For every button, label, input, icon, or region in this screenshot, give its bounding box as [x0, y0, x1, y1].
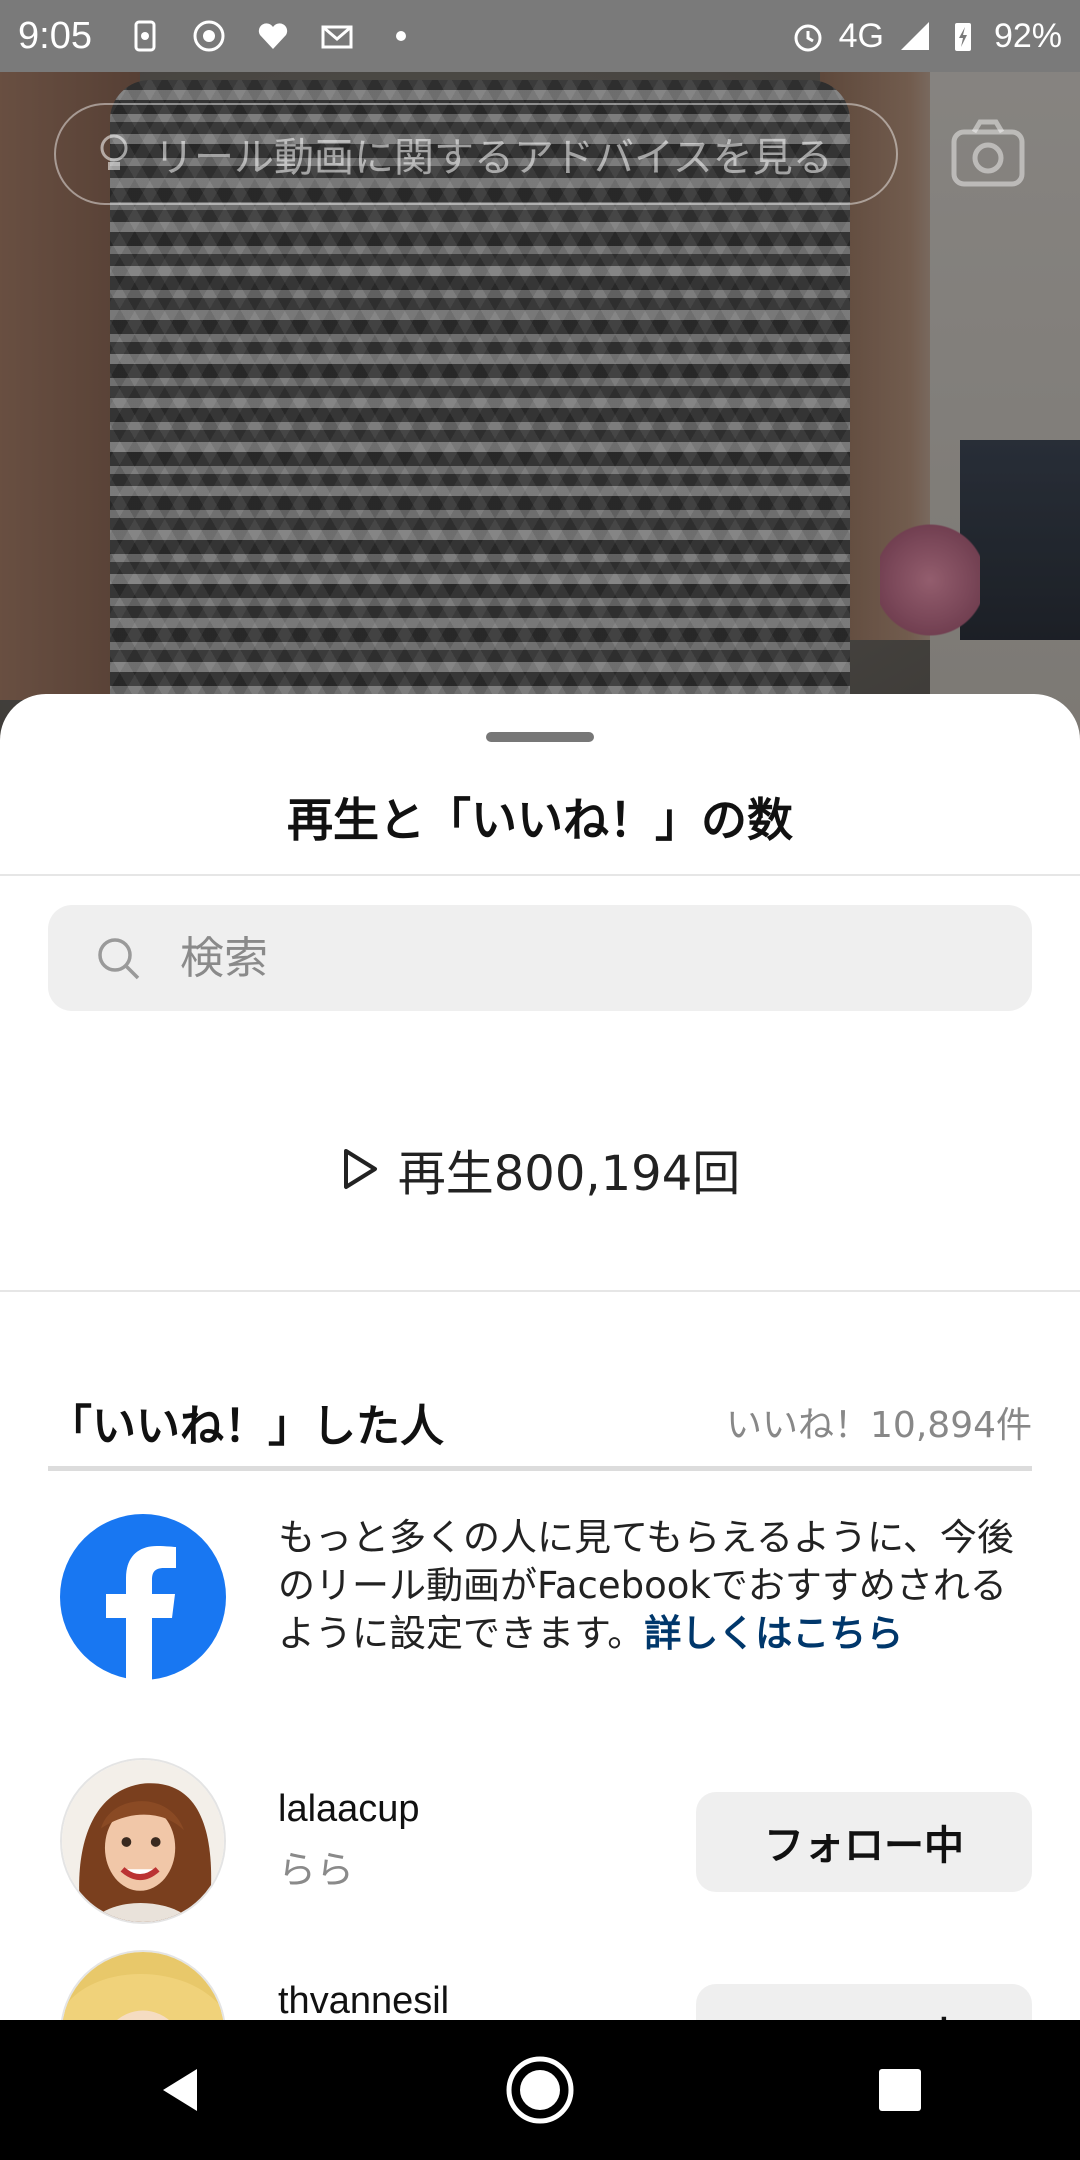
plays-count-text: 再生800,194回	[397, 1146, 741, 1202]
plays-and-likes-sheet: 再生と「いいね！」の数 再生800,194回 「いいね！」した人 いいね！10,…	[0, 694, 1080, 2020]
signal-icon	[898, 19, 932, 53]
liker-username[interactable]: lalaacup	[278, 1788, 420, 1831]
alarm-icon	[791, 19, 825, 53]
home-icon[interactable]	[500, 2050, 580, 2130]
back-icon[interactable]	[140, 2050, 220, 2130]
liker-row[interactable]: thvannesil フォロー中	[60, 1950, 1040, 2020]
divider	[0, 874, 1080, 876]
reel-tips-label: リール動画に関するアドバイスを見る	[154, 135, 833, 181]
divider	[0, 1290, 1080, 1292]
search-bar[interactable]	[48, 905, 1032, 1011]
camera-icon[interactable]	[950, 118, 1026, 188]
battery-charging-icon	[946, 19, 980, 53]
status-time: 9:05	[18, 14, 92, 57]
liker-username[interactable]: thvannesil	[278, 1980, 449, 2020]
sheet-drag-handle[interactable]	[486, 732, 594, 742]
avatar[interactable]	[60, 1758, 226, 1924]
liker-full-name: らら	[278, 1848, 355, 1892]
status-bar: 9:05 4G 92%	[0, 0, 1080, 72]
lightbulb-icon	[94, 132, 134, 176]
search-input[interactable]	[178, 931, 962, 985]
system-nav-bar	[0, 2020, 1080, 2160]
heart-icon	[256, 19, 290, 53]
chrome-icon	[192, 19, 226, 53]
mail-icon	[320, 19, 354, 53]
phone-sync-icon	[128, 19, 162, 53]
likes-section-title: 「いいね！」した人	[48, 1401, 444, 1452]
facebook-promo-text: もっと多くの人に見てもらえるように、今後のリール動画がFacebookでおすすめ…	[278, 1516, 1014, 1655]
following-button[interactable]: フォロー中	[696, 1984, 1032, 2020]
avatar[interactable]	[60, 1950, 226, 2020]
sheet-title: 再生と「いいね！」の数	[287, 793, 793, 847]
more-notifications-dot-icon	[384, 19, 418, 53]
facebook-promo: もっと多くの人に見てもらえるように、今後のリール動画がFacebookでおすすめ…	[60, 1514, 1040, 1694]
reel-tips-button[interactable]: リール動画に関するアドバイスを見る	[54, 103, 898, 205]
likes-tab-underline	[48, 1466, 1032, 1471]
likes-count: いいね！10,894件	[726, 1405, 1032, 1446]
liker-row[interactable]: lalaacup らら フォロー中	[60, 1758, 1040, 1928]
learn-more-link[interactable]: 詳しくはこちら	[644, 1612, 903, 1655]
recents-icon[interactable]	[860, 2050, 940, 2130]
plays-count: 再生800,194回	[0, 1134, 1080, 1204]
search-icon	[94, 934, 142, 982]
battery-percent: 92%	[993, 16, 1062, 55]
likes-header: 「いいね！」した人 いいね！10,894件	[48, 1392, 1032, 1452]
play-icon	[340, 1146, 380, 1192]
following-button[interactable]: フォロー中	[696, 1792, 1032, 1892]
facebook-logo-icon	[60, 1514, 226, 1680]
network-type: 4G	[838, 16, 884, 55]
